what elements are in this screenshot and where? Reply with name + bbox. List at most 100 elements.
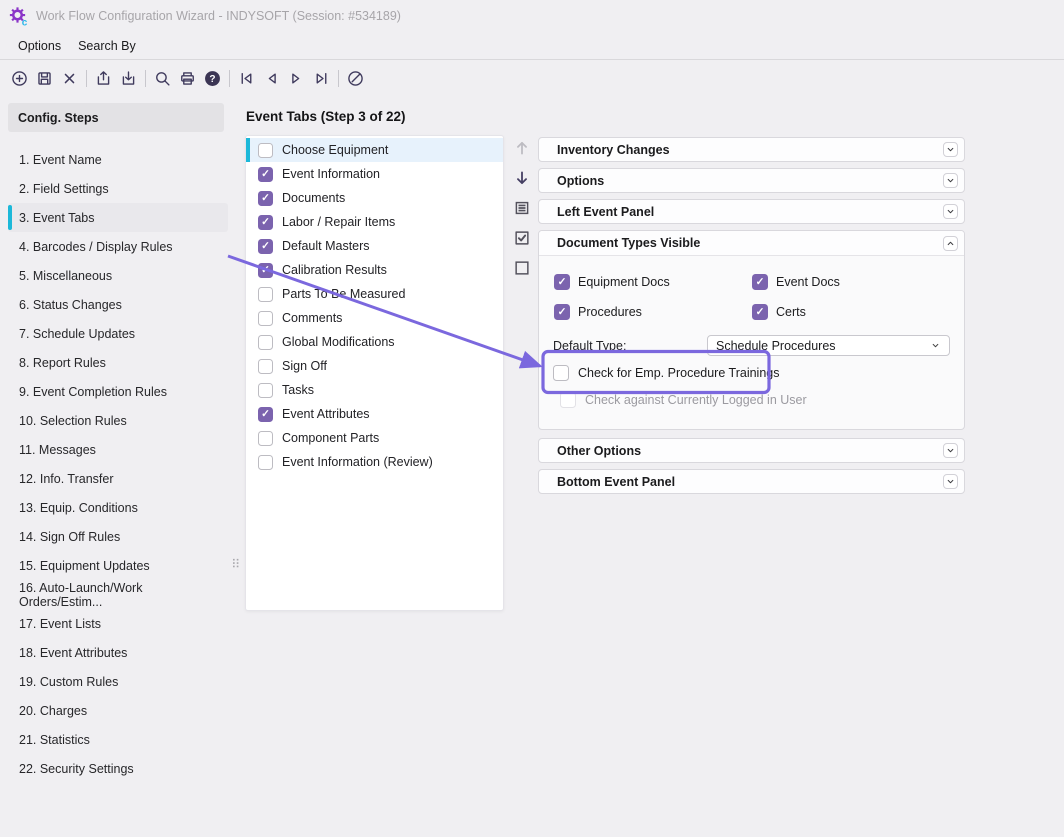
event-tab-row[interactable]: Global Modifications <box>246 330 503 354</box>
event-tab-row[interactable]: Calibration Results <box>246 258 503 282</box>
sidebar-item[interactable]: 6. Status Changes <box>8 290 228 319</box>
default-type-select[interactable]: Schedule Procedures <box>707 335 950 356</box>
doc-type-option[interactable]: Event Docs <box>752 274 950 290</box>
tab-checkbox[interactable] <box>258 143 273 158</box>
tab-order-toolbar <box>508 138 536 277</box>
chevron-down-icon[interactable] <box>943 204 958 219</box>
event-tab-row[interactable]: Default Masters <box>246 234 503 258</box>
check-emp-trainings-checkbox[interactable] <box>553 365 569 381</box>
event-tab-row[interactable]: Choose Equipment <box>246 138 503 162</box>
details-button[interactable] <box>513 198 532 217</box>
add-icon <box>11 70 28 87</box>
accordion-section-header[interactable]: Options <box>538 168 965 193</box>
next-button[interactable] <box>284 66 309 91</box>
document-types-section: Document Types Visible Equipment Docs Ev… <box>538 230 965 430</box>
tab-checkbox[interactable] <box>258 335 273 350</box>
chevron-down-icon[interactable] <box>943 443 958 458</box>
chevron-down-icon[interactable] <box>943 474 958 489</box>
navigate-button[interactable] <box>343 66 368 91</box>
menu-item[interactable]: Search By <box>78 39 136 53</box>
search-button[interactable] <box>150 66 175 91</box>
doc-type-option[interactable]: Procedures <box>554 304 752 320</box>
sidebar-item[interactable]: 22. Security Settings <box>8 754 228 783</box>
sidebar-item[interactable]: 8. Report Rules <box>8 348 228 377</box>
doc-type-checkbox[interactable] <box>554 304 570 320</box>
sidebar-item[interactable]: 17. Event Lists <box>8 609 228 638</box>
default-type-label: Default Type: <box>553 339 707 353</box>
export-button[interactable] <box>91 66 116 91</box>
sidebar-item[interactable]: 10. Selection Rules <box>8 406 228 435</box>
print-button[interactable] <box>175 66 200 91</box>
tab-checkbox[interactable] <box>258 239 273 254</box>
menu-item[interactable]: Options <box>18 39 61 53</box>
accordion-section-header[interactable]: Document Types Visible <box>539 231 964 256</box>
tab-checkbox[interactable] <box>258 191 273 206</box>
chevron-up-icon[interactable] <box>943 236 958 251</box>
sidebar-item[interactable]: 11. Messages <box>8 435 228 464</box>
check-emp-trainings-option[interactable]: Check for Emp. Procedure Trainings <box>553 365 950 381</box>
tab-checkbox[interactable] <box>258 359 273 374</box>
check-all-button[interactable] <box>513 228 532 247</box>
save-button[interactable] <box>32 66 57 91</box>
import-button[interactable] <box>116 66 141 91</box>
event-tab-row[interactable]: Event Attributes <box>246 402 503 426</box>
sidebar-item[interactable]: 18. Event Attributes <box>8 638 228 667</box>
chevron-down-icon[interactable] <box>943 142 958 157</box>
document-types-body: Equipment Docs Event Docs Procedures <box>539 256 964 429</box>
accordion-section-header[interactable]: Bottom Event Panel <box>538 469 965 494</box>
previous-button[interactable] <box>259 66 284 91</box>
sidebar-item[interactable]: 16. Auto-Launch/Work Orders/Estim... <box>8 580 228 609</box>
doc-type-checkbox[interactable] <box>752 274 768 290</box>
last-button[interactable] <box>309 66 334 91</box>
move-down-button[interactable] <box>513 168 532 187</box>
help-button[interactable] <box>200 66 225 91</box>
sidebar-item[interactable]: 9. Event Completion Rules <box>8 377 228 406</box>
doc-type-option[interactable]: Certs <box>752 304 950 320</box>
delete-button[interactable] <box>57 66 82 91</box>
first-button[interactable] <box>234 66 259 91</box>
tab-checkbox[interactable] <box>258 383 273 398</box>
export-icon <box>95 70 112 87</box>
tab-checkbox[interactable] <box>258 167 273 182</box>
event-tab-row[interactable]: Labor / Repair Items <box>246 210 503 234</box>
accordion-section-header[interactable]: Other Options <box>538 438 965 463</box>
event-tab-row[interactable]: Tasks <box>246 378 503 402</box>
doc-type-option[interactable]: Equipment Docs <box>554 274 752 290</box>
sidebar-item[interactable]: 1. Event Name <box>8 145 228 174</box>
chevron-down-icon[interactable] <box>943 173 958 188</box>
sidebar-item[interactable]: 7. Schedule Updates <box>8 319 228 348</box>
sidebar-item[interactable]: 20. Charges <box>8 696 228 725</box>
event-tab-row[interactable]: Component Parts <box>246 426 503 450</box>
sidebar-item[interactable]: 14. Sign Off Rules <box>8 522 228 551</box>
sidebar-item[interactable]: 5. Miscellaneous <box>8 261 228 290</box>
uncheck-all-button[interactable] <box>513 258 532 277</box>
sidebar-item[interactable]: 21. Statistics <box>8 725 228 754</box>
window-title: Work Flow Configuration Wizard - INDYSOF… <box>36 9 401 23</box>
doc-type-checkbox[interactable] <box>752 304 768 320</box>
doc-type-checkbox[interactable] <box>554 274 570 290</box>
event-tab-row[interactable]: Event Information (Review) <box>246 450 503 474</box>
event-tab-row[interactable]: Documents <box>246 186 503 210</box>
sidebar-item[interactable]: 13. Equip. Conditions <box>8 493 228 522</box>
accordion-section-header[interactable]: Inventory Changes <box>538 137 965 162</box>
tab-checkbox[interactable] <box>258 287 273 302</box>
event-tab-row[interactable]: Sign Off <box>246 354 503 378</box>
add-button[interactable] <box>7 66 32 91</box>
tab-checkbox[interactable] <box>258 215 273 230</box>
event-tab-row[interactable]: Event Information <box>246 162 503 186</box>
sidebar-item[interactable]: 12. Info. Transfer <box>8 464 228 493</box>
sidebar-item[interactable]: 4. Barcodes / Display Rules <box>8 232 228 261</box>
tab-checkbox[interactable] <box>258 455 273 470</box>
sidebar-item[interactable]: 2. Field Settings <box>8 174 228 203</box>
tab-checkbox[interactable] <box>258 263 273 278</box>
tab-checkbox[interactable] <box>258 431 273 446</box>
event-tab-row[interactable]: Comments <box>246 306 503 330</box>
accordion-section-header[interactable]: Left Event Panel <box>538 199 965 224</box>
sidebar-item[interactable]: 3. Event Tabs <box>8 203 228 232</box>
sidebar-item[interactable]: 19. Custom Rules <box>8 667 228 696</box>
sidebar-resize-grip[interactable] <box>229 554 243 572</box>
tab-checkbox[interactable] <box>258 407 273 422</box>
tab-checkbox[interactable] <box>258 311 273 326</box>
sidebar-item[interactable]: 15. Equipment Updates <box>8 551 228 580</box>
event-tab-row[interactable]: Parts To Be Measured <box>246 282 503 306</box>
